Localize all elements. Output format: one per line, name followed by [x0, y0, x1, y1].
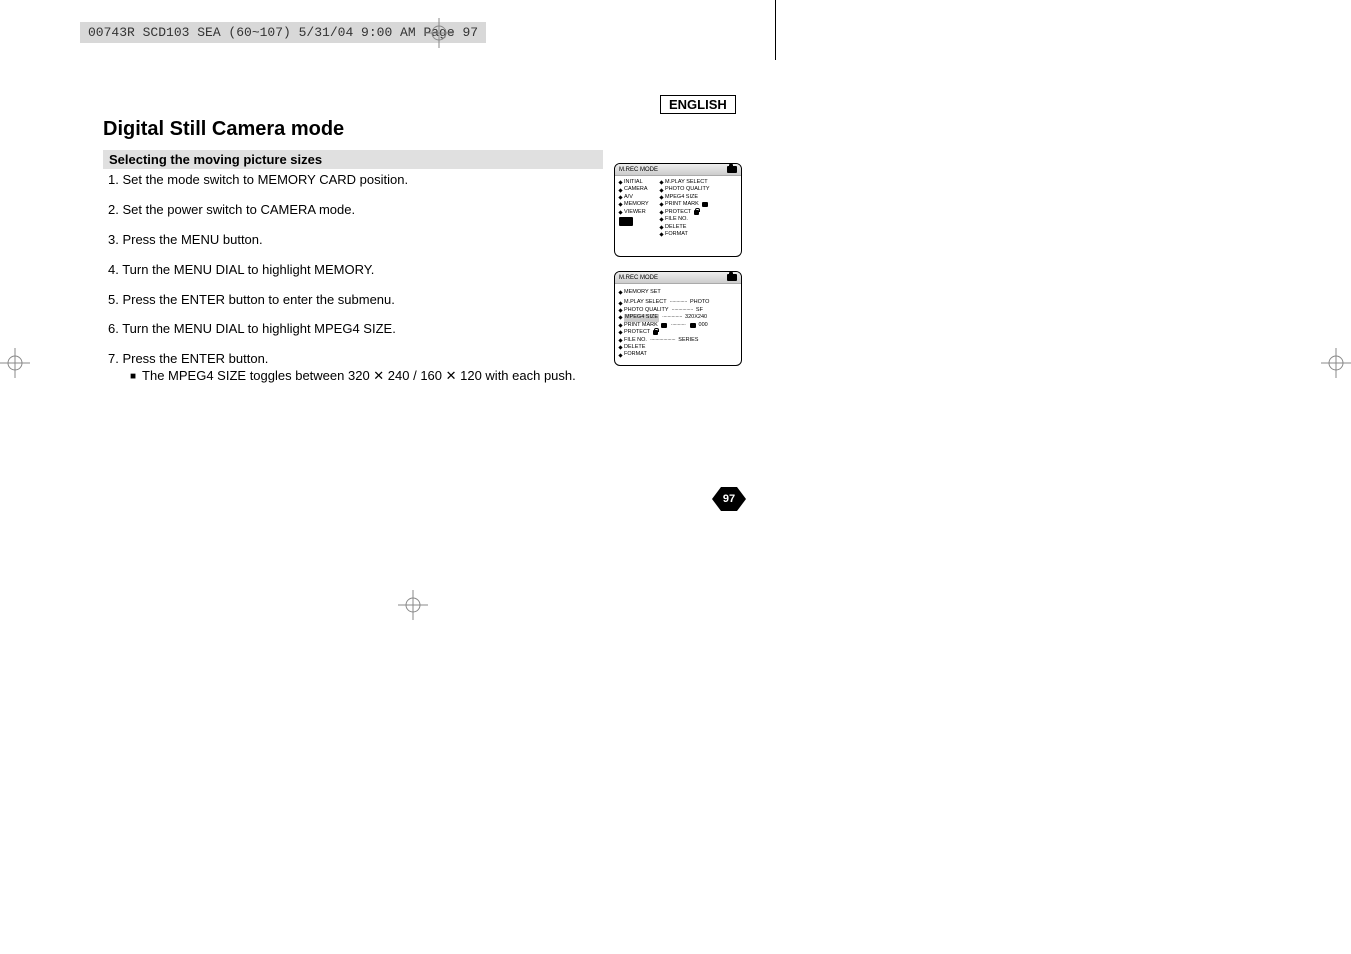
page-title: Digital Still Camera mode [103, 118, 344, 141]
screen-body: MEMORY SET M.PLAY SELECT ············· P… [615, 284, 741, 365]
lock-icon [653, 330, 658, 335]
diamond-icon [618, 188, 622, 192]
menu-categories: INITIAL CAMERA A/V MEMORY VIEWER [619, 179, 656, 238]
registration-mark-icon [424, 18, 454, 53]
bullet-icon [618, 331, 622, 335]
screen-mode-label: M.REC MODE [619, 167, 658, 173]
step-6: 6. Turn the MENU DIAL to highlight MPEG4… [108, 321, 608, 338]
bullet-icon [659, 210, 663, 214]
bullet-icon [618, 338, 622, 342]
camera-screen-1: M.REC MODE INITIAL CAMERA A/V MEMORY VIE… [614, 163, 742, 257]
step-2: 2. Set the power switch to CAMERA mode. [108, 202, 608, 219]
bullet-icon [659, 233, 663, 237]
bullet-icon [659, 203, 663, 207]
screen-body: INITIAL CAMERA A/V MEMORY VIEWER M.PLAY … [615, 176, 741, 256]
steps-list: 1. Set the mode switch to MEMORY CARD po… [108, 172, 608, 398]
submenu-title: MEMORY SET [624, 289, 661, 296]
bullet-icon [659, 225, 663, 229]
print-icon [702, 202, 708, 207]
page-number-badge: 97 [712, 487, 746, 511]
bullet-icon [659, 181, 663, 185]
header-text: 00743R SCD103 SEA (60~107) 5/31/04 9:00 … [88, 25, 478, 40]
bullet-icon [618, 346, 622, 350]
language-label: ENGLISH [660, 95, 736, 114]
bullet-icon [618, 301, 622, 305]
bullet-icon [659, 195, 663, 199]
step-7-sub: ■ The MPEG4 SIZE toggles between 320 ✕ 2… [130, 368, 608, 385]
lock-icon [694, 210, 699, 215]
screen-mode-label: M.REC MODE [619, 275, 658, 281]
step-7-sub-text: The MPEG4 SIZE toggles between 320 ✕ 240… [142, 368, 576, 385]
bullet-icon [618, 316, 622, 320]
selected-option: MPEG4 SIZE [624, 314, 659, 321]
bullet-icon [659, 188, 663, 192]
diamond-icon [618, 195, 622, 199]
step-4: 4. Turn the MENU DIAL to highlight MEMOR… [108, 262, 608, 279]
print-icon [690, 323, 696, 328]
registration-mark-icon [1321, 348, 1351, 383]
camera-screens: M.REC MODE INITIAL CAMERA A/V MEMORY VIE… [614, 163, 742, 380]
section-heading: Selecting the moving picture sizes [103, 150, 603, 169]
bullet-icon [618, 323, 622, 327]
registration-mark-icon [0, 348, 30, 383]
step-7: 7. Press the ENTER button. ■ The MPEG4 S… [108, 351, 608, 385]
step-1: 1. Set the mode switch to MEMORY CARD po… [108, 172, 608, 189]
camera-icon [727, 166, 737, 173]
bullet-icon [659, 218, 663, 222]
step-7-text: 7. Press the ENTER button. [108, 351, 608, 368]
print-icon [661, 323, 667, 328]
screen-header: M.REC MODE [615, 164, 741, 176]
menu-options: M.PLAY SELECT PHOTO QUALITY MPEG4 SIZE P… [660, 179, 737, 238]
diamond-icon [618, 210, 622, 214]
step-5: 5. Press the ENTER button to enter the s… [108, 292, 608, 309]
camera-icon [727, 274, 737, 281]
diamond-icon [618, 203, 622, 207]
diamond-icon [618, 291, 622, 295]
bullet-icon [618, 353, 622, 357]
return-icon [619, 217, 633, 226]
registration-mark-icon [398, 590, 428, 625]
crop-line [775, 0, 776, 60]
square-bullet-icon: ■ [130, 370, 136, 383]
diamond-icon [618, 181, 622, 185]
step-3: 3. Press the MENU button. [108, 232, 608, 249]
bullet-icon [618, 308, 622, 312]
camera-screen-2: M.REC MODE MEMORY SET M.PLAY SELECT ····… [614, 271, 742, 366]
page-number: 97 [723, 493, 735, 505]
screen-header: M.REC MODE [615, 272, 741, 284]
